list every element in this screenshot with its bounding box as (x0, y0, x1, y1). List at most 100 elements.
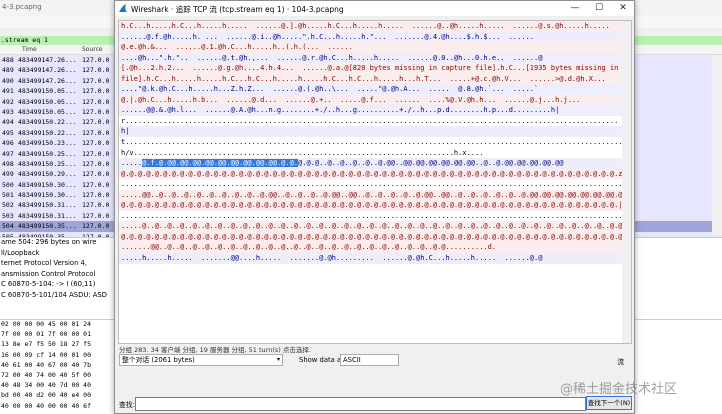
packet-time: 483499150.30... (18, 191, 77, 200)
stream-line: .......@@..@..@..@..@..@..@..@..@..@..@.… (119, 242, 631, 254)
packet-time: 483499150.31... (18, 201, 77, 210)
packet-source: 127.0.0 (82, 97, 110, 106)
packet-time: 483499147.26... (18, 76, 77, 85)
stream-line: ........................................… (119, 179, 631, 190)
packet-source: 127.0.0 (82, 107, 110, 116)
stream-line: .....@.f.@.@@.@@.@@.@@.@@.@@.@@.@@.@@.@.… (119, 158, 631, 169)
column-source-header[interactable]: Source (82, 46, 103, 53)
packet-source: 127.0.0 (82, 56, 110, 64)
stream-status-text: 分组 283. 34 客户端 分组, 19 服务器 分组, 51 turn(s)… (119, 346, 311, 354)
find-label: 查找: (119, 401, 135, 409)
show-data-as-label: Show data as (299, 356, 345, 364)
packet-source: 127.0.0 (82, 211, 110, 220)
packet-time: 483499150.25... (18, 159, 77, 168)
packet-no: 503 (2, 211, 14, 220)
dialog-title: Wireshark · 追踪 TCP 流 (tcp.stream eq 1) ·… (131, 5, 344, 14)
stream-line: ........................................… (119, 210, 631, 222)
main-window-title: 4-3.pcapng (2, 3, 42, 11)
stream-line: @.|.@h.C...h.....h.b... ......@.d... ...… (119, 94, 631, 106)
packet-no: 494 (2, 118, 14, 127)
stream-line: h/v.....................................… (119, 147, 631, 159)
stream-line: h| (119, 126, 631, 138)
show-data-as-value: ASCII (343, 356, 361, 364)
maximize-icon[interactable]: ☐ (588, 1, 610, 16)
stream-line: .....@..@..@..@..@..@..@..@..@..@..@..@.… (119, 221, 631, 232)
packet-source: 127.0.0 (82, 180, 110, 189)
chevron-down-icon: ▾ (276, 356, 280, 363)
close-icon[interactable]: ✕ (612, 1, 634, 16)
dialog-titlebar[interactable]: Wireshark · 追踪 TCP 流 (tcp.stream eq 1) ·… (115, 1, 634, 16)
stream-line-prefix: ..... (121, 159, 143, 168)
packet-source: 127.0.0 (82, 170, 110, 179)
stream-content-view[interactable]: h.C...h.....h.C...h.....h..... ......@.]… (118, 20, 632, 344)
packet-time: 483499150.23... (18, 139, 77, 148)
follow-tcp-stream-dialog: Wireshark · 追踪 TCP 流 (tcp.stream eq 1) ·… (114, 0, 635, 414)
stream-line: ...."@.k.@h.C...h.....h...Z.h.Z... .....… (119, 84, 631, 95)
packet-no: 488 (2, 56, 14, 64)
packet-time: 483499147.26... (18, 56, 77, 64)
stream-line: h.C...h.....h.C...h.....h..... ......@.]… (119, 21, 631, 32)
packet-time: 483499150.22... (18, 128, 77, 137)
stream-line: file].h.C...h.....h.....h.C...h.C...h...… (119, 73, 631, 85)
packet-time: 483499150.22... (18, 118, 77, 127)
packet-time: 483499150.29... (18, 170, 77, 179)
packet-no: 501 (2, 191, 14, 200)
column-time-header[interactable]: Time (22, 46, 37, 53)
packet-time: 483499150.25... (18, 149, 77, 158)
packet-time: 483499150.05... (18, 107, 77, 116)
stream-line: ......@.f.@h.....h. ... ......@.i..@h...… (119, 31, 631, 43)
packet-source: 127.0.0 (82, 159, 110, 168)
stream-line: @.@.@.@.@.@.@.@.@.@.@.@.@.@.@.@.@.@.@.@.… (119, 168, 631, 180)
stream-lines: h.C...h.....h.C...h.....h..... ......@.]… (119, 21, 631, 264)
packet-no: 499 (2, 170, 14, 179)
stream-line: t.......................................… (119, 137, 631, 148)
packet-source: 127.0.0 (82, 118, 110, 127)
packet-no: 498 (2, 159, 14, 168)
packet-no: 504 (2, 222, 14, 231)
watermark: @稀土掘金技术社区 (560, 382, 678, 397)
stream-line: ....@h...".h.".. ......@.t.@h.,... .....… (119, 52, 631, 64)
packet-no: 492 (2, 97, 14, 106)
packet-no: 490 (2, 76, 14, 85)
packet-no: 496 (2, 139, 14, 148)
packet-no: 489 (2, 66, 14, 75)
packet-source: 127.0.0 (82, 66, 110, 75)
packet-time: 483499150.30... (18, 180, 77, 189)
packet-no: 497 (2, 149, 14, 158)
stream-vertical-scrollbar[interactable] (622, 21, 631, 343)
find-next-button[interactable]: 查找下一个(N) (586, 396, 632, 410)
minimize-icon[interactable]: — (564, 1, 586, 16)
conversation-select-value: 整个对话 (2061 bytes) (122, 356, 195, 364)
stream-selection: @.f.@.@@.@@.@@.@@.@@.@@.@@.@@.@@.@.@. (142, 159, 299, 168)
packet-source: 127.0.0 (82, 191, 110, 200)
packet-time: 483499150.05... (18, 87, 77, 96)
packet-source: 127.0.0 (82, 149, 110, 158)
packet-time: 483499147.26... (18, 66, 77, 75)
stream-line: [.@h...2.h.2... ......@.g.@h....4.h.4...… (119, 63, 631, 74)
stream-line: @.@.@.@.@.@.@.@.@.@.@.@.@.@.@.@.@.@.@.@.… (119, 231, 631, 243)
packet-time: 483499150.35... (18, 222, 77, 231)
packet-source: 127.0.0 (82, 201, 110, 210)
packet-source: 127.0.0 (82, 139, 110, 148)
packet-list-scrollbar[interactable] (712, 55, 722, 235)
stream-line: ......@@.&.@h.l... ......@.A.@h...n.g...… (119, 105, 631, 116)
display-filter-text: .stream eq 1 (1, 36, 48, 44)
stream-line-suffix: @.@.@..@..@..@..@..@.@@..@@.@@.@@.@@.@@.… (298, 159, 564, 168)
stream-line: .....@@..@..@..@..@..@..@..@..@..@.@@..@… (119, 189, 631, 201)
stream-line: r.......................................… (119, 115, 631, 127)
packet-time: 483499150.05... (18, 97, 77, 106)
packet-source: 127.0.0 (82, 128, 110, 137)
stream-line: .....h.....h..... .......@@....h..... ..… (119, 253, 631, 264)
stream-line: @.@.@.@.@.@.@.@.@.@.@.@.@.@.@.@.@.@.@.@.… (119, 200, 631, 211)
stream-number-label: 流 (617, 358, 624, 366)
find-input[interactable] (135, 397, 586, 411)
conversation-select[interactable]: 整个对话 (2061 bytes) ▾ (119, 354, 283, 366)
packet-no: 491 (2, 87, 14, 96)
packet-source: 127.0.0 (82, 87, 110, 96)
packet-no: 495 (2, 128, 14, 137)
packet-source: 127.0.0 (82, 222, 110, 231)
show-data-as-select[interactable]: ASCII (340, 354, 399, 366)
packet-no: 500 (2, 180, 14, 189)
packet-no: 502 (2, 201, 14, 210)
wireshark-fin-icon (119, 4, 127, 12)
